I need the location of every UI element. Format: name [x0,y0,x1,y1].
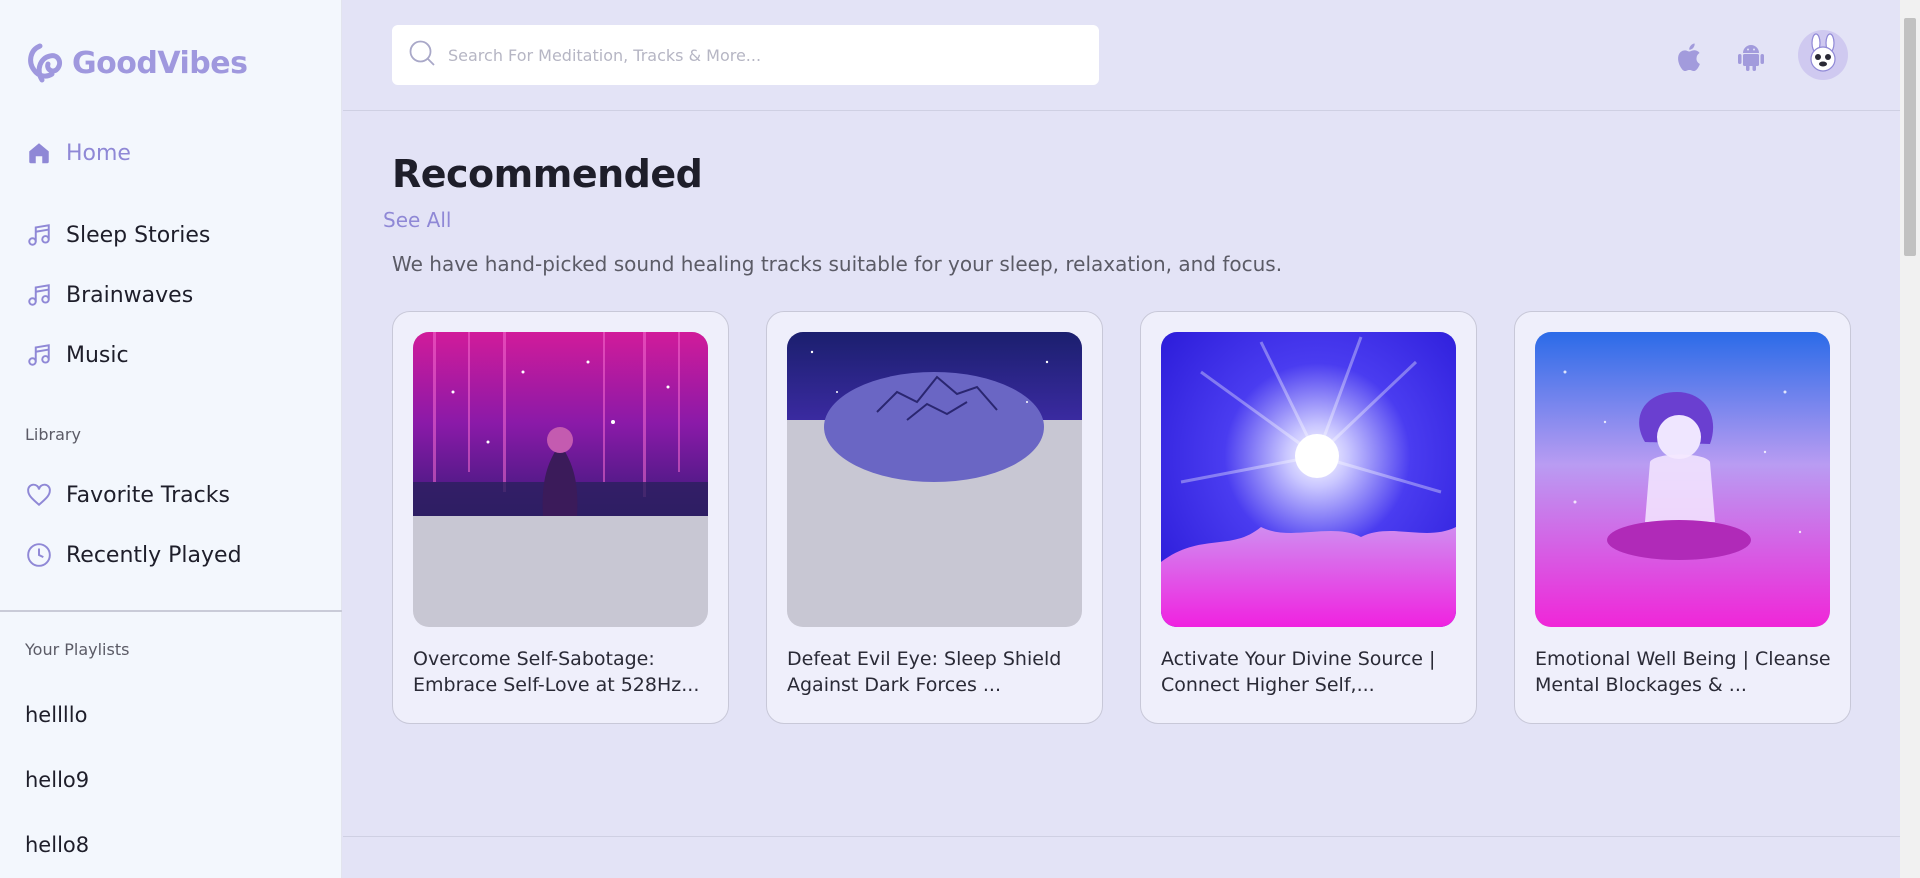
search-icon [408,39,436,71]
music-note-icon [26,222,52,248]
sidebar-item-home[interactable]: Home [26,140,131,166]
track-title: Emotional Well Being | Cleanse Mental Bl… [1535,648,1831,696]
track-thumbnail [1161,332,1456,627]
avatar[interactable] [1798,30,1848,80]
apple-icon[interactable] [1672,40,1704,74]
search-input[interactable] [448,45,1068,65]
playlist-item[interactable]: hello9 [25,768,89,792]
sidebar-item-music[interactable]: Music [26,342,129,368]
track-title: Activate Your Divine Source | Connect Hi… [1161,648,1436,696]
sidebar: GoodVibes Home Sleep Stories Brainwaves … [0,0,342,878]
library-section-label: Library [25,425,81,444]
logo[interactable]: GoodVibes [26,40,248,86]
sidebar-divider [0,610,342,612]
sidebar-item-label: Brainwaves [66,282,194,308]
search-bar[interactable] [392,25,1099,85]
sidebar-item-label: Home [66,140,131,166]
section-divider [343,836,1900,837]
sidebar-item-brainwaves[interactable]: Brainwaves [26,282,193,308]
scrollbar-thumb[interactable] [1904,18,1916,256]
sidebar-item-label: Music [66,342,129,368]
brand-name: GoodVibes [72,45,248,81]
sidebar-item-label: Recently Played [66,542,242,568]
heart-icon [26,482,52,508]
track-thumbnail [787,332,1082,627]
sidebar-item-label: Favorite Tracks [66,482,230,508]
track-thumbnail [413,332,708,627]
playlist-item[interactable]: hellllo [25,703,87,727]
goodvibes-logo-icon [28,43,63,83]
sidebar-item-recently-played[interactable]: Recently Played [26,542,242,568]
playlist-item[interactable]: hello8 [25,833,89,857]
track-card[interactable]: Defeat Evil Eye: Sleep Shield Against Da… [766,311,1103,724]
home-icon [26,140,52,166]
playlists-section-label: Your Playlists [25,640,130,659]
sidebar-item-favorite-tracks[interactable]: Favorite Tracks [26,482,230,508]
clock-icon [26,542,52,568]
track-title: Defeat Evil Eye: Sleep Shield Against Da… [787,648,1062,696]
music-note-icon [26,282,52,308]
sidebar-item-sleep-stories[interactable]: Sleep Stories [26,222,210,248]
track-card[interactable]: Emotional Well Being | Cleanse Mental Bl… [1514,311,1851,724]
scrollbar[interactable] [1900,0,1920,878]
music-note-icon [26,342,52,368]
top-bar [343,0,1900,111]
track-card[interactable]: Activate Your Divine Source | Connect Hi… [1140,311,1477,724]
track-thumbnail [1535,332,1830,627]
sidebar-item-label: Sleep Stories [66,222,211,248]
android-icon[interactable] [1735,40,1767,74]
track-card[interactable]: Overcome Self-Sabotage: Embrace Self-Lov… [392,311,729,724]
page-title: Recommended [392,152,703,196]
track-title: Overcome Self-Sabotage: Embrace Self-Lov… [413,648,700,696]
see-all-link[interactable]: See All [383,208,451,232]
section-subtitle: We have hand-picked sound healing tracks… [392,252,1283,276]
